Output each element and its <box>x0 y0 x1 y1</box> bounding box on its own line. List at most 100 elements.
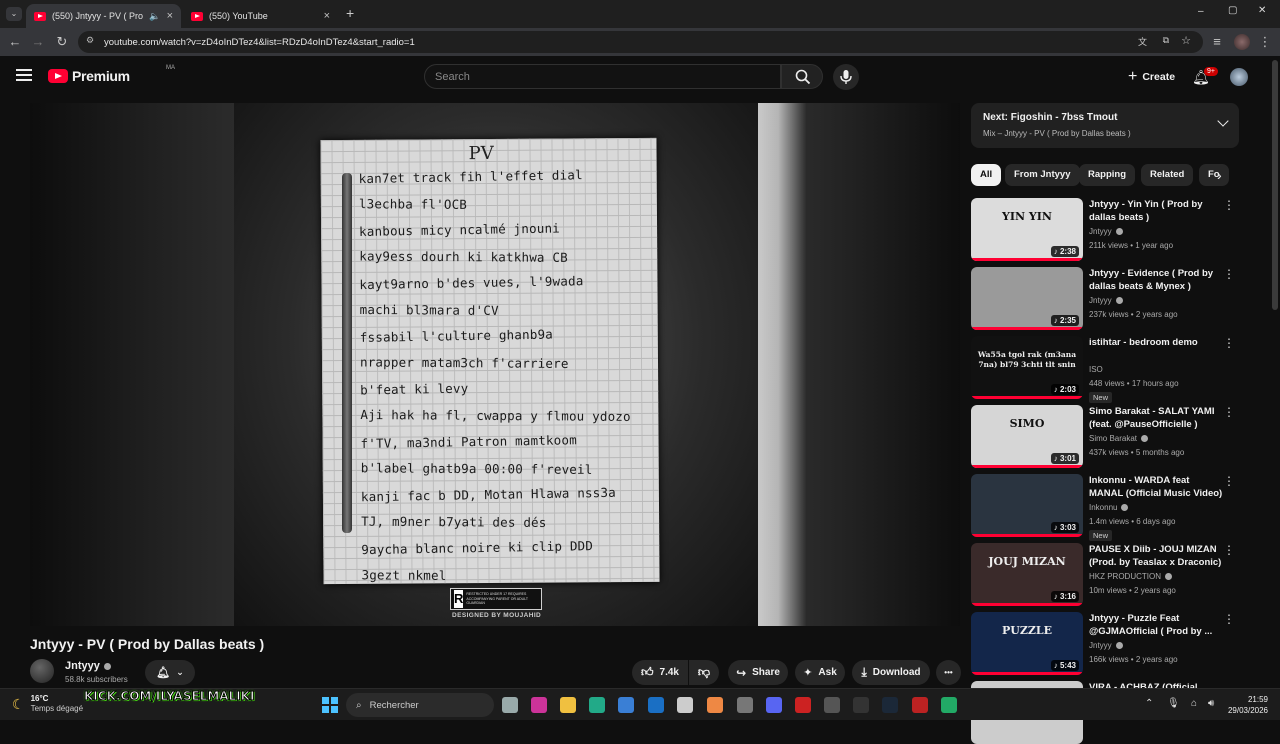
notification-bell-button[interactable]: 🔔︎ ⌄ <box>145 660 195 685</box>
page-scrollbar[interactable] <box>1272 60 1278 310</box>
steam-client-icon[interactable] <box>882 697 898 713</box>
search-input[interactable]: Search <box>424 64 781 89</box>
volume-icon[interactable]: 🔊︎ <box>1208 698 1214 709</box>
address-bar[interactable]: ⚙ youtube.com/watch?v=zD4oInDTez4&list=R… <box>78 31 1203 53</box>
back-icon[interactable]: ← <box>6 33 24 51</box>
browser-tab[interactable]: (550) YouTube × <box>183 4 338 28</box>
recommendation-title[interactable]: Inkonnu - WARDA feat MANAL (Official Mus… <box>1089 474 1224 500</box>
channel-avatar[interactable] <box>30 659 54 683</box>
chip-all[interactable]: All <box>971 164 1002 186</box>
recommendation-title[interactable]: PAUSE X Diib - JOUJ MIZAN (Prod. by Teas… <box>1089 543 1224 569</box>
chip-fo[interactable]: Fo <box>1199 164 1229 186</box>
close-window-button[interactable]: ✕ <box>1258 5 1266 16</box>
recommendation-card[interactable]: ♪ 3:03 Inkonnu - WARDA feat MANAL (Offici… <box>971 474 1239 541</box>
recommendation-channel[interactable]: HKZ PRODUCTION <box>1089 572 1172 581</box>
forward-icon[interactable]: → <box>29 33 47 51</box>
site-info-icon[interactable]: ⚙ <box>86 35 94 46</box>
speaker-icon[interactable]: 🔈 <box>149 11 160 22</box>
more-options-icon[interactable]: ⋮ <box>1223 268 1235 280</box>
video-thumbnail[interactable]: YIN YIN ♪ 2:38 <box>971 198 1083 261</box>
file-explorer-icon[interactable] <box>560 697 576 713</box>
media-controls-icon[interactable]: ≡ <box>1208 33 1226 51</box>
discord-icon[interactable] <box>766 697 782 713</box>
maximize-button[interactable]: ▢ <box>1228 5 1237 16</box>
recommendation-card[interactable]: Wa55a tgol rak (m3ana 7na) bl79 3chti tl… <box>971 336 1239 403</box>
recommendation-channel[interactable]: Simo Barakat <box>1089 434 1149 443</box>
recommendation-card[interactable]: SIMO ♪ 3:01 Simo Barakat - SALAT YAMI (fea… <box>971 405 1239 468</box>
recommendation-card[interactable]: JOUJ MIZAN ♪ 3:16 PAUSE X Diib - JOUJ MIZA… <box>971 543 1239 606</box>
app-badge-icon[interactable] <box>912 697 928 713</box>
copilot-icon[interactable] <box>531 697 547 713</box>
recommendation-channel[interactable]: Jntyyy <box>1089 296 1123 305</box>
video-thumbnail[interactable]: ♪ 2:35 <box>971 267 1083 330</box>
browser-menu-icon[interactable]: ⋮ <box>1256 33 1274 51</box>
download-button[interactable]: ⤓ Download <box>852 660 930 685</box>
menu-icon[interactable] <box>16 69 32 81</box>
browser-tab-active[interactable]: (550) Jntyyy - PV ( Prod by Dalla 🔈 × <box>26 4 181 28</box>
more-options-icon[interactable]: ⋮ <box>1223 406 1235 418</box>
bookmark-star-icon[interactable]: ☆ <box>1181 34 1191 47</box>
video-thumbnail[interactable]: Wa55a tgol rak (m3ana 7na) bl79 3chti tl… <box>971 336 1083 399</box>
network-icon[interactable]: ⌂ <box>1191 698 1197 709</box>
recommendation-card[interactable]: ♪ 2:35 Jntyyy - Evidence ( Prod by dallas… <box>971 267 1239 330</box>
minimize-button[interactable]: – <box>1198 6 1204 17</box>
account-avatar[interactable] <box>1230 68 1248 86</box>
more-options-icon[interactable]: ⋮ <box>1223 199 1235 211</box>
install-icon[interactable]: ⧉ <box>1163 35 1169 46</box>
video-thumbnail[interactable]: PUZZLE ♪ 5:43 <box>971 612 1083 675</box>
recommendation-card[interactable]: YIN YIN ♪ 2:38 Jntyyy - Yin Yin ( Prod by … <box>971 198 1239 261</box>
tab-search-button[interactable]: ⌄ <box>6 7 22 21</box>
dislike-button[interactable]: 👎︎ <box>689 660 719 685</box>
video-thumbnail[interactable]: JOUJ MIZAN ♪ 3:16 <box>971 543 1083 606</box>
like-button[interactable]: 👍︎ 7.4k <box>632 660 688 685</box>
recommendation-title[interactable]: Jntyyy - Yin Yin ( Prod by dallas beats … <box>1089 198 1224 224</box>
recommendation-title[interactable]: Jntyyy - Evidence ( Prod by dallas beats… <box>1089 267 1224 293</box>
video-thumbnail[interactable]: ♪ 3:03 <box>971 474 1083 537</box>
weather-widget[interactable]: ☾ 16°C Temps dégagé <box>12 694 83 714</box>
game-icon[interactable] <box>737 697 753 713</box>
mic-tray-icon[interactable]: 🎙︎ <box>1167 698 1180 709</box>
recommendation-card[interactable]: PUZZLE ♪ 5:43 Jntyyy - Puzzle Feat @GJMAOf… <box>971 612 1239 675</box>
recommendation-title[interactable]: istihtar - bedroom demo <box>1089 336 1224 349</box>
more-options-icon[interactable]: ⋮ <box>1223 475 1235 487</box>
vpn-icon[interactable] <box>677 697 693 713</box>
new-tab-button[interactable]: + <box>346 5 354 21</box>
recommendation-channel[interactable]: Inkonnu <box>1089 503 1129 512</box>
taskbar-search[interactable]: ⌕ Rechercher <box>346 693 494 717</box>
outlook-icon[interactable] <box>648 697 664 713</box>
translate-icon[interactable]: 文 <box>1138 35 1147 48</box>
youtube-premium-logo[interactable]: Premium MA <box>48 65 175 84</box>
create-button[interactable]: + Create <box>1118 65 1185 89</box>
chrome-icon[interactable] <box>707 697 723 713</box>
more-options-icon[interactable]: ⋮ <box>1223 544 1235 556</box>
channel-name[interactable]: Jntyyy <box>65 660 111 672</box>
steam-icon[interactable] <box>824 697 840 713</box>
more-options-icon[interactable]: ⋮ <box>1223 337 1235 349</box>
windows-start-icon[interactable] <box>322 697 338 713</box>
video-thumbnail[interactable]: SIMO ♪ 3:01 <box>971 405 1083 468</box>
recommendation-channel[interactable]: Jntyyy <box>1089 641 1123 650</box>
video-player[interactable]: PV kan7et track fih l'effet dial l3echba … <box>30 103 960 626</box>
more-actions-button[interactable]: ••• <box>936 660 961 685</box>
close-tab-icon[interactable]: × <box>324 10 330 22</box>
terminal-icon[interactable] <box>941 697 957 713</box>
more-options-icon[interactable]: ⋮ <box>1223 613 1235 625</box>
recommendation-title[interactable]: Jntyyy - Puzzle Feat @GJMAOfficial ( Pro… <box>1089 612 1224 638</box>
store-icon[interactable] <box>618 697 634 713</box>
recommendation-title[interactable]: Simo Barakat - SALAT YAMI (feat. @PauseO… <box>1089 405 1224 431</box>
system-clock[interactable]: 21:59 29/03/2026 <box>1228 694 1268 716</box>
reload-icon[interactable]: ↻ <box>53 33 71 51</box>
app-dark-icon[interactable] <box>853 697 869 713</box>
app-red-icon[interactable] <box>795 697 811 713</box>
close-tab-icon[interactable]: × <box>167 10 173 22</box>
chip-rapping[interactable]: Rapping <box>1079 164 1135 186</box>
recommendation-channel[interactable]: Jntyyy <box>1089 227 1123 236</box>
recommendation-channel[interactable]: ISO <box>1089 365 1103 374</box>
ask-button[interactable]: ✦ Ask <box>795 660 845 685</box>
edge-icon[interactable] <box>589 697 605 713</box>
chip-related[interactable]: Related <box>1141 164 1194 186</box>
profile-avatar[interactable] <box>1234 34 1250 50</box>
search-button[interactable] <box>781 64 823 89</box>
chevron-up-icon[interactable]: ⌃ <box>1145 698 1153 709</box>
share-button[interactable]: ↪ Share <box>728 660 788 685</box>
